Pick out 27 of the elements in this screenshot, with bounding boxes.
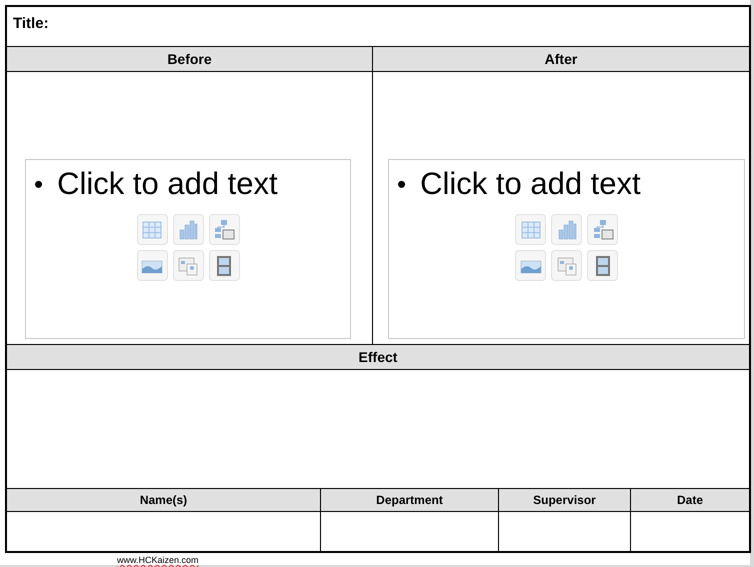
section-header: Effect (7, 345, 749, 370)
column-header: After (373, 47, 749, 72)
footer-url: www.HCKaizen.com (117, 555, 199, 565)
insert-diagram-icon[interactable] (208, 214, 240, 245)
insert-diagram-icon[interactable] (587, 214, 618, 245)
insert-picture-icon[interactable] (515, 250, 546, 281)
bullet: • (397, 168, 406, 201)
insert-media-icon[interactable] (587, 250, 618, 281)
insert-chart-icon[interactable] (551, 214, 582, 245)
column-header: Department (321, 489, 499, 511)
insert-table-icon[interactable] (136, 214, 168, 245)
insert-table-icon[interactable] (515, 214, 546, 245)
insert-media-icon[interactable] (208, 250, 240, 281)
placeholder-text: Click to add text (420, 166, 641, 202)
insert-picture-icon[interactable] (136, 250, 168, 281)
insert-chart-icon[interactable] (172, 214, 204, 245)
title-label: Title: (13, 15, 49, 32)
placeholder-text: Click to add text (57, 166, 278, 202)
insert-clip-art-icon[interactable] (551, 250, 582, 281)
insert-clip-art-icon[interactable] (172, 250, 204, 281)
bullet: • (34, 168, 44, 201)
column-header: Name(s) (7, 489, 321, 511)
content-placeholder[interactable]: • Click to add text (388, 159, 745, 339)
content-placeholder[interactable]: • Click to add text (25, 159, 351, 339)
column-header: Before (7, 47, 372, 72)
column-header: Date (676, 492, 704, 509)
column-header: Supervisor (499, 489, 631, 511)
